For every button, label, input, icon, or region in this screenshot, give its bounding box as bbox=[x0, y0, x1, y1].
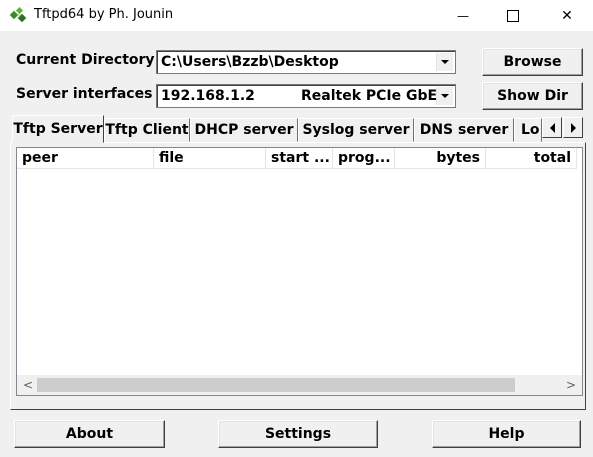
transfer-list[interactable]: peer file start ... prog... bytes total … bbox=[16, 147, 583, 396]
title-bar: Tftpd64 by Ph. Jounin — ✕ bbox=[0, 0, 593, 31]
current-directory-value: C:\Users\Bzzb\Desktop bbox=[161, 54, 339, 70]
arrow-left-icon bbox=[549, 122, 555, 133]
close-icon: ✕ bbox=[561, 7, 573, 24]
server-interfaces-label: Server interfaces bbox=[16, 86, 153, 102]
arrow-right-icon bbox=[570, 122, 576, 133]
tab-tftp-server[interactable]: Tftp Server bbox=[12, 115, 104, 143]
current-directory-label: Current Directory bbox=[16, 52, 155, 68]
horizontal-scrollbar[interactable]: < > bbox=[17, 375, 582, 395]
minimize-button[interactable]: — bbox=[440, 0, 486, 31]
tftpd-app-icon[interactable] bbox=[9, 6, 28, 24]
column-header-bytes[interactable]: bytes bbox=[395, 148, 486, 169]
chevron-down-icon bbox=[441, 60, 449, 64]
tab-dhcp-server[interactable]: DHCP server bbox=[190, 118, 298, 142]
scroll-right-icon[interactable]: > bbox=[562, 375, 580, 395]
maximize-icon bbox=[507, 9, 519, 22]
browse-button[interactable]: Browse bbox=[482, 48, 583, 76]
tab-tftp-client[interactable]: Tftp Client bbox=[104, 118, 190, 142]
current-directory-combo[interactable]: C:\Users\Bzzb\Desktop bbox=[156, 50, 456, 74]
window-title: Tftpd64 by Ph. Jounin bbox=[34, 7, 174, 22]
scroll-left-icon[interactable]: < bbox=[19, 375, 37, 395]
close-button[interactable]: ✕ bbox=[544, 0, 590, 31]
dropdown-arrow-button[interactable] bbox=[436, 53, 453, 71]
server-interface-adapter: Realtek PCIe GbE bbox=[301, 88, 438, 104]
column-header-total[interactable]: total bbox=[486, 148, 577, 169]
minimize-icon: — bbox=[457, 8, 469, 23]
server-interface-ip: 192.168.1.2 bbox=[161, 88, 255, 104]
column-header-file[interactable]: file bbox=[154, 148, 266, 169]
maximize-button[interactable] bbox=[490, 0, 536, 31]
tab-scroll-right-button[interactable] bbox=[563, 117, 583, 138]
tab-scroll-left-button[interactable] bbox=[542, 117, 562, 138]
scrollbar-thumb[interactable] bbox=[37, 378, 515, 392]
dropdown-arrow-button[interactable] bbox=[436, 87, 453, 105]
show-dir-button[interactable]: Show Dir bbox=[482, 82, 583, 110]
about-button[interactable]: About bbox=[14, 420, 165, 448]
column-header-start[interactable]: start ... bbox=[266, 148, 333, 169]
chevron-down-icon bbox=[441, 94, 449, 98]
tab-syslog-server[interactable]: Syslog server bbox=[298, 118, 414, 142]
column-header-progress[interactable]: prog... bbox=[333, 148, 395, 169]
column-header-peer[interactable]: peer bbox=[17, 148, 154, 169]
settings-button[interactable]: Settings bbox=[218, 420, 378, 448]
server-interfaces-combo[interactable]: 192.168.1.2 Realtek PCIe GbE bbox=[156, 84, 456, 108]
help-button[interactable]: Help bbox=[432, 420, 581, 448]
tab-dns-server[interactable]: DNS server bbox=[414, 118, 514, 142]
tab-log-viewer[interactable]: Lo bbox=[514, 118, 542, 142]
